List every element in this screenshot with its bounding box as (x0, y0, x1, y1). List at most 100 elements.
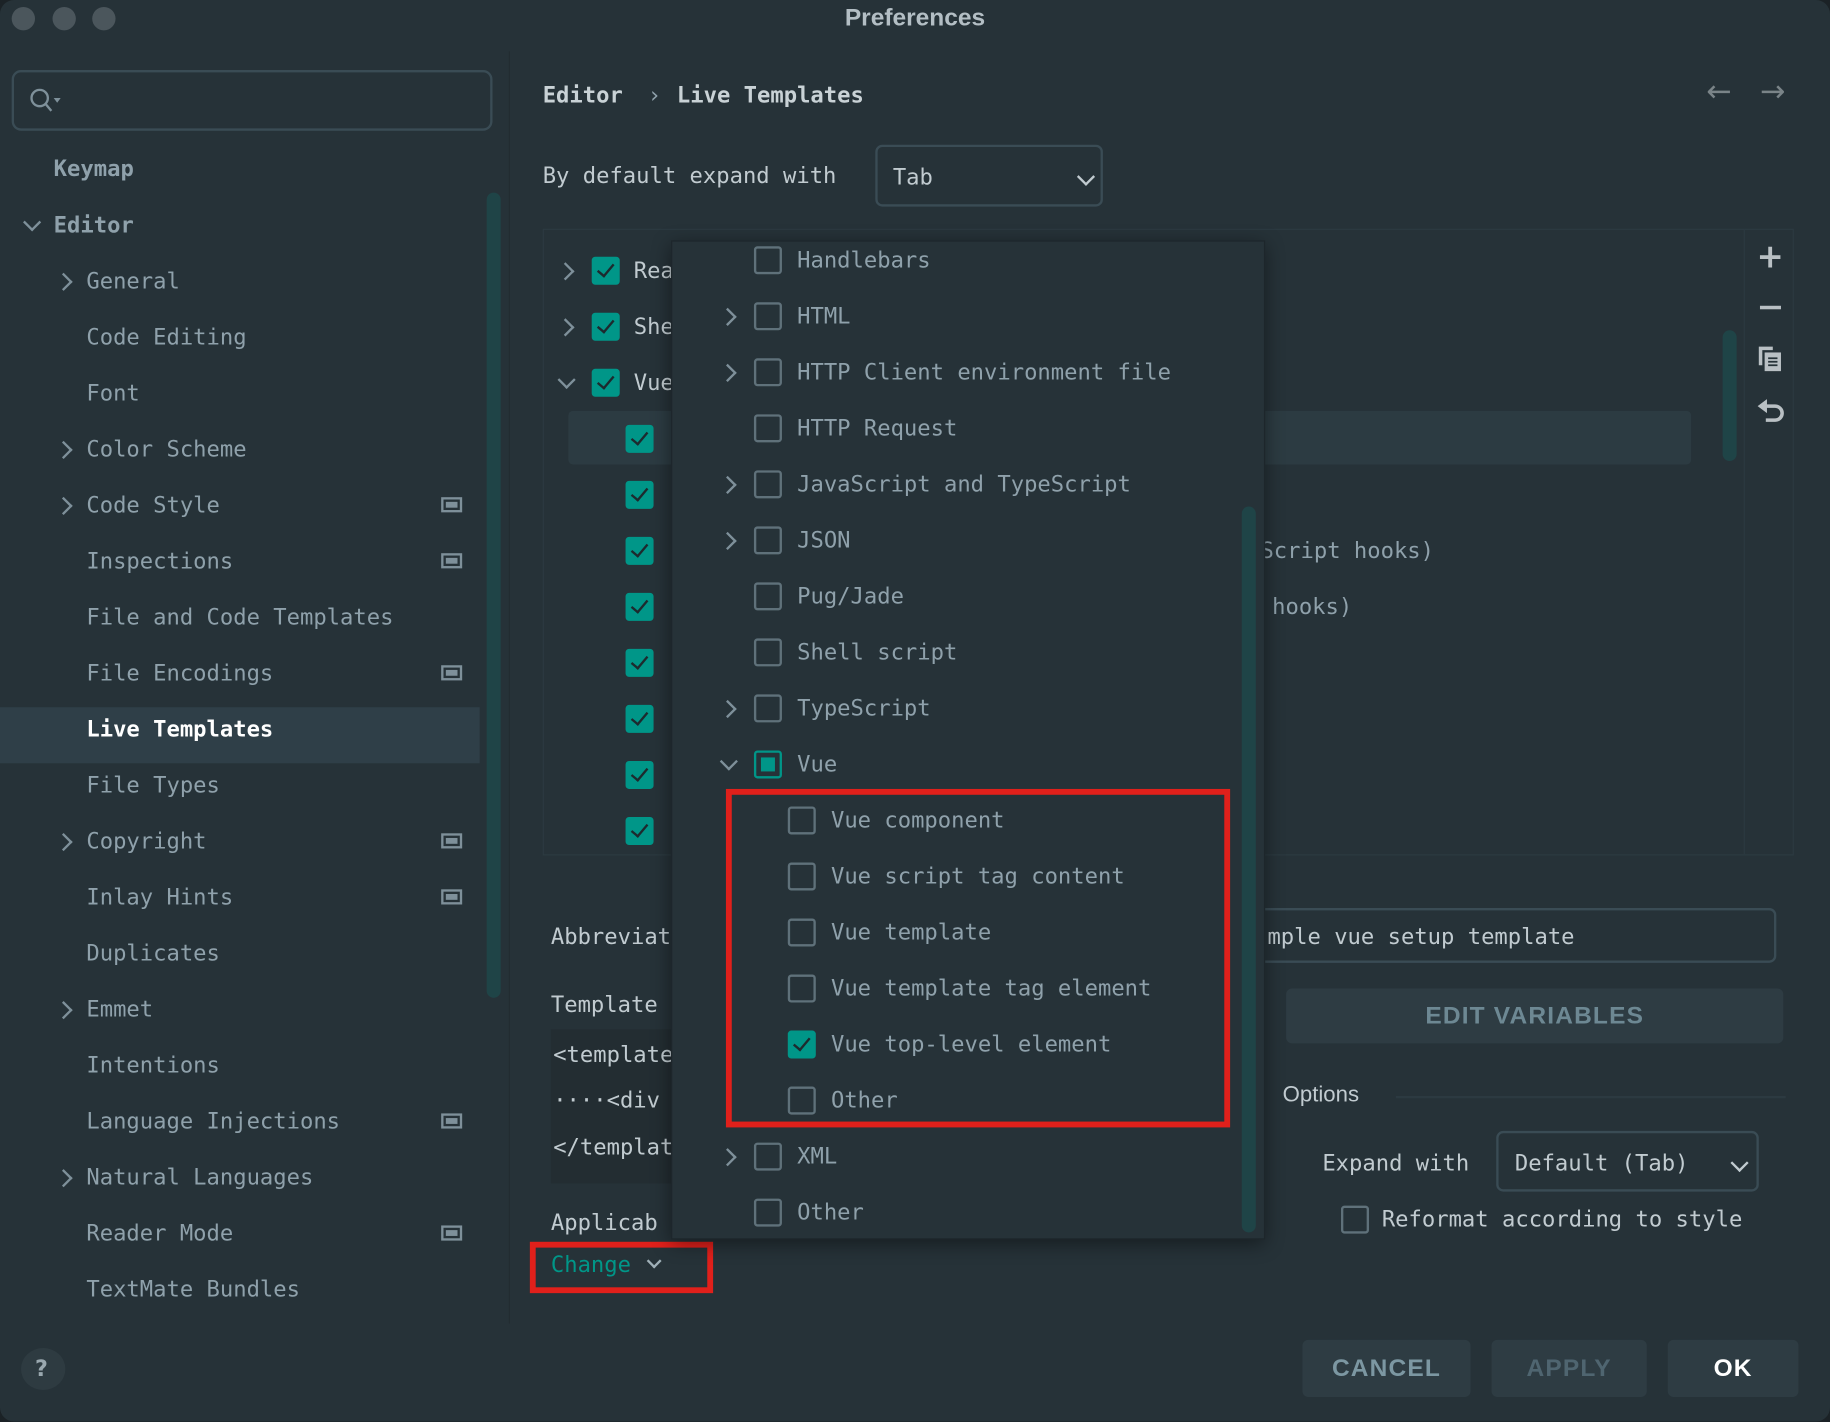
template-checkbox[interactable] (625, 816, 654, 845)
template-group-checkbox[interactable] (591, 368, 620, 397)
revert-icon[interactable] (1756, 397, 1786, 427)
chevron-right-icon[interactable] (718, 699, 737, 719)
template-checkbox[interactable] (625, 704, 654, 733)
tree-scrollbar[interactable] (1722, 330, 1737, 462)
sidebar-item-reader-mode[interactable]: Reader Mode (0, 1206, 480, 1262)
context-item-xml[interactable]: XML (672, 1129, 1232, 1185)
description-input[interactable]: mple vue setup template (1213, 907, 1777, 963)
template-checkbox[interactable] (625, 480, 654, 509)
expand-default-label: By default expand with (542, 163, 837, 190)
expand-default-dropdown[interactable]: Tab (875, 144, 1103, 207)
sidebar-item-file-encodings[interactable]: File Encodings (0, 645, 480, 701)
template-checkbox[interactable] (625, 536, 654, 565)
chevron-right-icon[interactable] (54, 440, 73, 459)
template-checkbox[interactable] (625, 592, 654, 621)
template-checkbox[interactable] (625, 424, 654, 453)
chevron-right-icon[interactable] (718, 531, 737, 551)
template-checkbox[interactable] (625, 760, 654, 789)
template-checkbox[interactable] (625, 648, 654, 677)
sidebar-item-code-editing[interactable]: Code Editing (0, 309, 480, 365)
context-item-label: Other (797, 1199, 864, 1226)
sidebar-item-live-templates[interactable]: Live Templates (0, 701, 480, 757)
chevron-right-icon[interactable] (718, 475, 737, 495)
sidebar-item-label: Editor (53, 212, 134, 239)
popup-scrollbar[interactable] (1241, 506, 1256, 1233)
add-icon[interactable]: + (1756, 237, 1783, 276)
sidebar-item-editor[interactable]: Editor (0, 197, 480, 253)
sidebar-item-label: File Types (86, 772, 220, 799)
context-item-other[interactable]: Other (672, 1185, 1232, 1241)
template-group-checkbox[interactable] (591, 312, 620, 341)
context-item-shell-script[interactable]: Shell script (672, 624, 1232, 680)
sidebar-item-natural-languages[interactable]: Natural Languages (0, 1150, 480, 1206)
context-item-handlebars[interactable]: Handlebars (672, 232, 1232, 288)
context-checkbox[interactable] (753, 414, 782, 443)
sidebar-item-inspections[interactable]: Inspections (0, 533, 480, 589)
context-checkbox[interactable] (753, 750, 782, 779)
chevron-right-icon[interactable] (718, 307, 737, 326)
edit-variables-button[interactable]: EDIT VARIABLES (1286, 988, 1784, 1044)
context-item-http-request[interactable]: HTTP Request (672, 400, 1232, 456)
apply-button[interactable]: APPLY (1491, 1339, 1647, 1398)
sidebar-item-code-style[interactable]: Code Style (0, 477, 480, 533)
expand-with-dropdown[interactable]: Default (Tab) (1496, 1130, 1759, 1192)
highlight-box-change (529, 1241, 714, 1294)
sidebar-item-intentions[interactable]: Intentions (0, 1038, 480, 1094)
chevron-right-icon[interactable] (54, 496, 73, 516)
sidebar-item-file-types[interactable]: File Types (0, 757, 480, 813)
template-text-editor[interactable]: <template ····<div </templat (550, 1029, 680, 1184)
context-checkbox[interactable] (753, 1142, 782, 1171)
sidebar-scrollbar[interactable] (486, 192, 501, 998)
sidebar-item-inlay-hints[interactable]: Inlay Hints (0, 869, 480, 925)
sidebar-item-textmate-bundles[interactable]: TextMate Bundles (0, 1262, 480, 1318)
context-checkbox[interactable] (753, 1198, 782, 1227)
forward-arrow-icon[interactable]: → (1760, 75, 1785, 110)
sidebar-item-label: Intentions (86, 1052, 220, 1079)
sidebar-item-file-and-code-templates[interactable]: File and Code Templates (0, 589, 480, 645)
sidebar-item-label: TextMate Bundles (86, 1276, 300, 1303)
reformat-label[interactable]: Reformat according to style (1382, 1206, 1742, 1234)
chevron-down-icon[interactable] (719, 752, 738, 771)
sidebar-item-color-scheme[interactable]: Color Scheme (0, 421, 480, 477)
sidebar-item-duplicates[interactable]: Duplicates (0, 926, 480, 982)
context-item-typescript[interactable]: TypeScript (672, 680, 1232, 736)
sidebar-item-font[interactable]: Font (0, 365, 480, 421)
chevron-right-icon[interactable] (54, 272, 73, 291)
context-checkbox[interactable] (753, 638, 782, 667)
context-item-html[interactable]: HTML (672, 288, 1232, 344)
context-item-pug-jade[interactable]: Pug/Jade (672, 568, 1232, 624)
sidebar-item-general[interactable]: General (0, 253, 480, 309)
remove-icon[interactable] (1759, 305, 1781, 310)
context-item-json[interactable]: JSON (672, 512, 1232, 568)
context-checkbox[interactable] (753, 470, 782, 499)
copy-icon[interactable] (1758, 345, 1784, 373)
context-checkbox[interactable] (753, 302, 782, 331)
sidebar-item-label: Language Injections (86, 1108, 341, 1135)
context-item-vue[interactable]: Vue (672, 736, 1232, 792)
help-button[interactable]: ? (21, 1347, 66, 1391)
sidebar-item-language-injections[interactable]: Language Injections (0, 1094, 480, 1150)
cancel-button[interactable]: CANCEL (1302, 1339, 1471, 1398)
sidebar-item-copyright[interactable]: Copyright (0, 813, 480, 869)
context-item-http-client-environment-file[interactable]: HTTP Client environment file (672, 344, 1232, 400)
context-checkbox[interactable] (753, 694, 782, 723)
ok-button[interactable]: OK (1667, 1339, 1799, 1398)
context-checkbox[interactable] (753, 358, 782, 387)
settings-search-input[interactable] (11, 70, 493, 131)
context-checkbox[interactable] (753, 582, 782, 611)
sidebar-item-emmet[interactable]: Emmet (0, 982, 480, 1038)
chevron-right-icon[interactable] (718, 363, 737, 382)
chevron-right-icon[interactable] (54, 1169, 73, 1188)
chevron-down-icon[interactable] (23, 213, 42, 232)
chevron-right-icon[interactable] (54, 832, 73, 852)
reformat-checkbox[interactable] (1340, 1205, 1369, 1234)
chevron-right-icon[interactable] (718, 1148, 737, 1167)
chevron-right-icon[interactable] (54, 1001, 73, 1020)
context-checkbox[interactable] (753, 526, 782, 555)
context-item-javascript-and-typescript[interactable]: JavaScript and TypeScript (672, 456, 1232, 512)
sidebar-item-keymap[interactable]: Keymap (0, 141, 480, 197)
context-checkbox[interactable] (753, 246, 782, 275)
breadcrumb-editor[interactable]: Editor (543, 82, 623, 110)
back-arrow-icon[interactable]: ← (1706, 75, 1731, 110)
template-group-checkbox[interactable] (591, 256, 620, 285)
